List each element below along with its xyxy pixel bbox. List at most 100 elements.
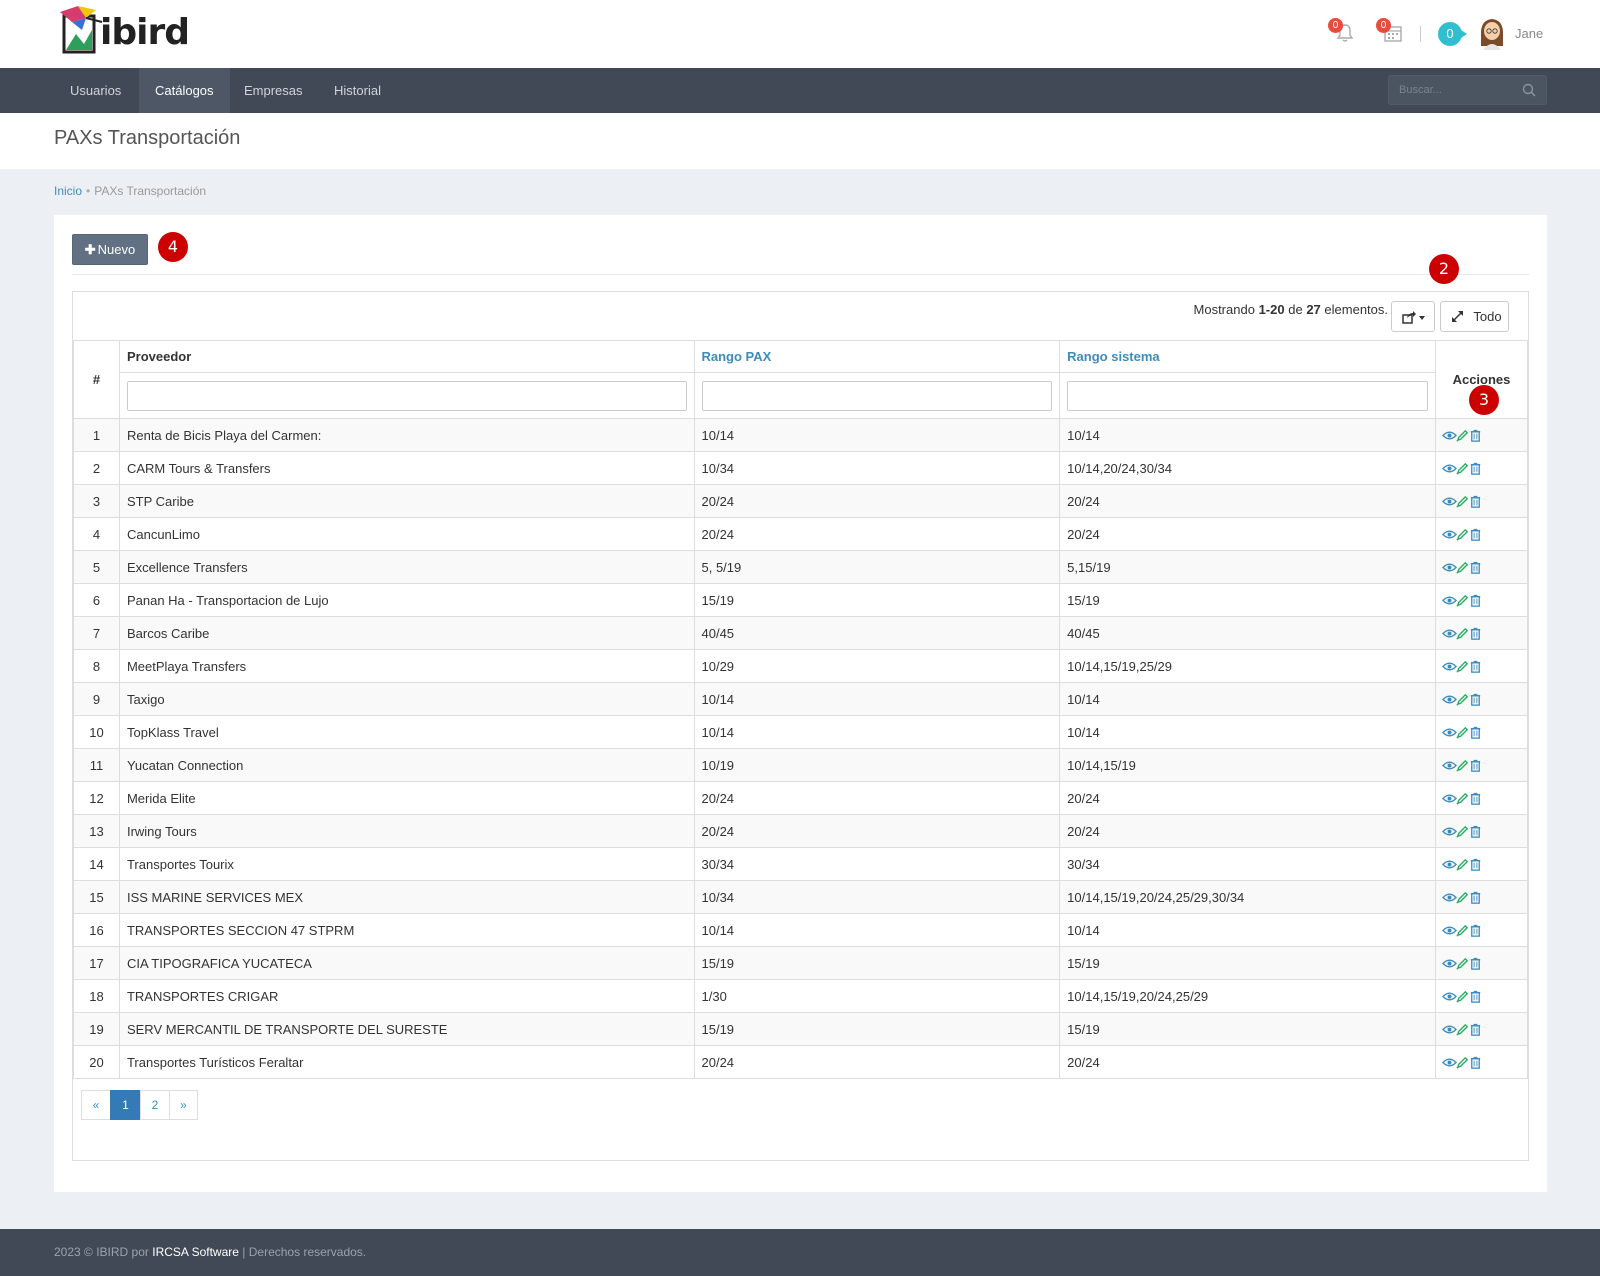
page-title: PAXs Transportación: [54, 127, 241, 149]
row-rango-pax: 15/19: [693, 583, 1061, 617]
row-proveedor: MeetPlaya Transfers: [118, 649, 695, 683]
plus-icon: ✚: [84, 242, 96, 257]
row-rango-pax: 5, 5/19: [693, 550, 1061, 584]
col-header-rango-sistema[interactable]: Rango sistema: [1059, 340, 1436, 373]
filter-rango-sistema-input[interactable]: [1067, 380, 1428, 411]
nav-item-catalogos[interactable]: Catálogos: [139, 68, 230, 113]
trash-icon[interactable]: [1468, 593, 1483, 608]
export-dropdown-button[interactable]: [1391, 301, 1435, 332]
user-name[interactable]: Jane: [1515, 26, 1543, 41]
pagination-page-2[interactable]: 2: [140, 1090, 170, 1120]
show-all-button[interactable]: Todo: [1440, 301, 1509, 332]
annotation-marker-2: 2: [1429, 254, 1459, 284]
filter-rango-pax-input[interactable]: [701, 380, 1053, 411]
summary-mid: de: [1288, 302, 1303, 317]
row-rango-sistema: 20/24: [1059, 814, 1436, 848]
trash-icon[interactable]: [1468, 956, 1483, 971]
trash-icon[interactable]: [1468, 560, 1483, 575]
row-proveedor: Excellence Transfers: [118, 550, 695, 584]
col-header-rango-pax[interactable]: Rango PAX: [693, 340, 1061, 373]
row-actions: [1434, 418, 1529, 452]
row-rango-sistema: 10/14: [1059, 715, 1436, 749]
row-actions: [1434, 946, 1529, 980]
col-header-proveedor: Proveedor: [118, 340, 695, 373]
row-rango-pax: 10/14: [693, 913, 1061, 947]
row-rango-sistema: 20/24: [1059, 517, 1436, 551]
nav-item-historial[interactable]: Historial: [318, 68, 397, 113]
logo-text: ibird: [100, 12, 190, 53]
user-avatar[interactable]: [1478, 16, 1506, 50]
trash-icon[interactable]: [1468, 923, 1483, 938]
row-proveedor: CancunLimo: [118, 517, 695, 551]
calendar-button[interactable]: 0: [1376, 18, 1404, 44]
row-rango-pax: 20/24: [693, 484, 1061, 518]
row-rango-pax: 15/19: [693, 1012, 1061, 1046]
pagination-page-1[interactable]: 1: [110, 1090, 141, 1120]
row-rango-sistema: 20/24: [1059, 484, 1436, 518]
trash-icon[interactable]: [1468, 989, 1483, 1004]
table-row: 2 CARM Tours & Transfers 10/34 10/14,20/24,…: [73, 451, 1529, 485]
row-actions: [1434, 847, 1529, 881]
trash-icon[interactable]: [1468, 692, 1483, 707]
filter-cell-rango-sistema: [1059, 372, 1436, 419]
row-actions: [1434, 715, 1529, 749]
table-row: 9 Taxigo 10/14 10/14: [73, 682, 1529, 716]
trash-icon[interactable]: [1468, 659, 1483, 674]
row-number: 19: [73, 1012, 120, 1046]
footer-brand-link[interactable]: IRCSA Software: [152, 1245, 239, 1259]
row-proveedor: Renta de Bicis Playa del Carmen:: [118, 418, 695, 452]
trash-icon[interactable]: [1468, 626, 1483, 641]
row-proveedor: Merida Elite: [118, 781, 695, 815]
filter-proveedor-input[interactable]: [126, 380, 687, 411]
row-number: 15: [73, 880, 120, 914]
main-panel: ✚ Nuevo 4 2 Mostrando 1-20 de 27 elemento…: [54, 215, 1547, 1192]
trash-icon[interactable]: [1468, 494, 1483, 509]
trash-icon[interactable]: [1468, 857, 1483, 872]
trash-icon[interactable]: [1468, 461, 1483, 476]
table-body: 1 Renta de Bicis Playa del Carmen: 10/14 10…: [73, 418, 1529, 1079]
trash-icon[interactable]: [1468, 428, 1483, 443]
table-row: 5 Excellence Transfers 5, 5/19 5,15/19: [73, 550, 1529, 584]
table-row: 11 Yucatan Connection 10/19 10/14,15/19: [73, 748, 1529, 782]
trash-icon[interactable]: [1468, 758, 1483, 773]
row-rango-sistema: 10/14,15/19,20/24,25/29: [1059, 979, 1436, 1013]
row-proveedor: ISS MARINE SERVICES MEX: [118, 880, 695, 914]
trash-icon[interactable]: [1468, 791, 1483, 806]
pagination-prev[interactable]: «: [81, 1090, 111, 1120]
trash-icon[interactable]: [1468, 824, 1483, 839]
row-rango-sistema: 10/14,20/24,30/34: [1059, 451, 1436, 485]
trash-icon[interactable]: [1468, 890, 1483, 905]
row-rango-sistema: 10/14: [1059, 418, 1436, 452]
nav-item-usuarios[interactable]: Usuarios: [54, 68, 137, 113]
ibird-logo[interactable]: ibird: [56, 4, 196, 56]
header-divider: [1420, 26, 1421, 42]
row-actions: [1434, 550, 1529, 584]
row-rango-pax: 10/29: [693, 649, 1061, 683]
row-actions: [1434, 880, 1529, 914]
search-input[interactable]: [1389, 76, 1509, 104]
filter-cell-rango-pax: [693, 372, 1061, 419]
row-rango-pax: 10/34: [693, 880, 1061, 914]
breadcrumb-home-link[interactable]: Inicio: [54, 184, 82, 198]
nav-item-empresas[interactable]: Empresas: [228, 68, 319, 113]
summary-prefix: Mostrando: [1193, 302, 1255, 317]
notifications-button[interactable]: 0: [1328, 18, 1356, 44]
trash-icon[interactable]: [1468, 1022, 1483, 1037]
table-row: 16 TRANSPORTES SECCION 47 STPRM 10/14 10/14: [73, 913, 1529, 947]
pax-table: # Proveedor Rango PAX Rango sistema Acci…: [73, 340, 1529, 1079]
trash-icon[interactable]: [1468, 725, 1483, 740]
main-navbar: Usuarios Catálogos Empresas Historial: [0, 68, 1600, 113]
new-button[interactable]: ✚ Nuevo: [72, 234, 148, 265]
share-icon: [1402, 311, 1416, 324]
table-row: 1 Renta de Bicis Playa del Carmen: 10/14 10…: [73, 418, 1529, 452]
row-proveedor: Panan Ha - Transportacion de Lujo: [118, 583, 695, 617]
points-badge[interactable]: 0: [1438, 22, 1467, 46]
row-rango-pax: 20/24: [693, 1045, 1061, 1079]
search-icon[interactable]: [1522, 83, 1536, 97]
row-proveedor: TopKlass Travel: [118, 715, 695, 749]
trash-icon[interactable]: [1468, 527, 1483, 542]
bird-logo-icon: [60, 6, 103, 54]
pagination-next[interactable]: »: [169, 1090, 198, 1120]
trash-icon[interactable]: [1468, 1055, 1483, 1070]
row-rango-sistema: 15/19: [1059, 583, 1436, 617]
